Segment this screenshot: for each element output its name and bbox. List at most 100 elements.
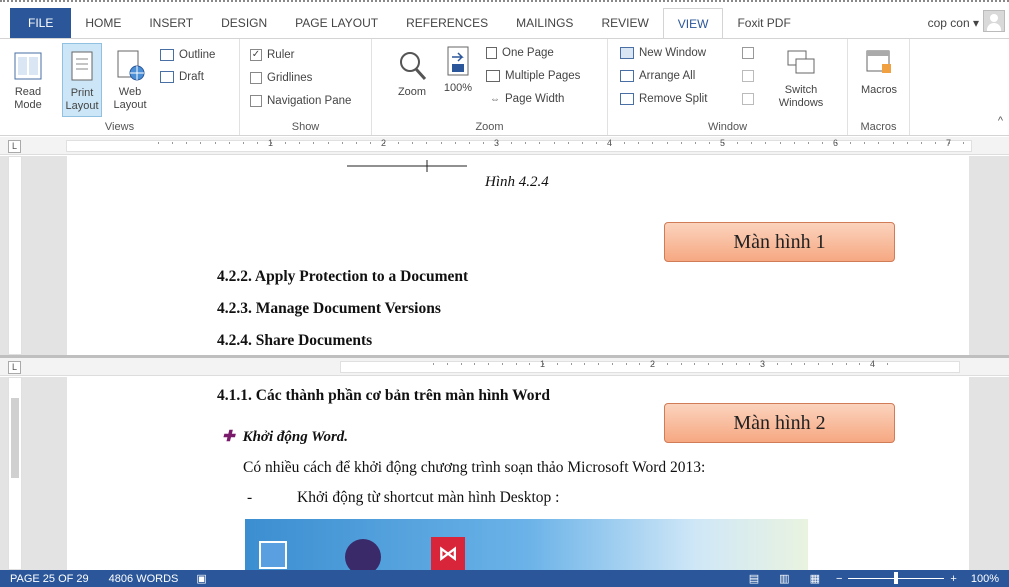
ruler-tick	[886, 363, 888, 365]
tab-insert[interactable]: INSERT	[135, 8, 207, 38]
zoom-in-icon[interactable]: +	[950, 573, 956, 585]
page-count[interactable]: PAGE 25 OF 29	[10, 573, 89, 585]
read-mode-button[interactable]: Read Mode	[10, 49, 46, 112]
bullet-item: ✚ Khởi động Word.	[222, 427, 348, 446]
ruler-tick	[708, 363, 709, 365]
ruler-tick	[864, 142, 866, 144]
heading-text: Các thành phần cơ bản trên màn hình Word	[255, 387, 551, 404]
web-layout-icon	[115, 49, 145, 83]
heading-text: Apply Protection to a Document	[254, 268, 469, 285]
view-side-by-side-button[interactable]	[742, 47, 754, 59]
ruler-checkbox[interactable]: ✓ Ruler	[250, 49, 294, 61]
ruler-check-icon: ✓	[250, 49, 262, 61]
proofing-icon[interactable]: ▣	[196, 572, 206, 585]
ruler-tick	[845, 363, 847, 365]
zoom-slider[interactable]	[848, 572, 945, 584]
synchronous-scrolling-button[interactable]	[742, 70, 754, 82]
zoom-level[interactable]: 100%	[971, 573, 999, 585]
print-layout-label: Print Layout	[65, 87, 99, 112]
tab-page-layout[interactable]: PAGE LAYOUT	[281, 8, 392, 38]
ruler-tick	[398, 142, 400, 144]
arrange-all-button[interactable]: Arrange All	[620, 70, 695, 82]
tab-file[interactable]: FILE	[10, 8, 72, 38]
switch-windows-icon	[786, 47, 816, 81]
draft-button[interactable]: Draft	[160, 71, 204, 83]
web-layout-view-icon[interactable]: ▦	[810, 572, 820, 585]
ruler-tick	[666, 142, 668, 144]
ruler-tick	[412, 142, 414, 144]
ruler-tick	[433, 363, 434, 365]
new-window-button[interactable]: New Window	[620, 47, 706, 59]
vertical-ruler-bottom[interactable]	[8, 377, 22, 570]
page-width-button[interactable]: ⇔ Page Width	[490, 93, 564, 105]
multiple-pages-button[interactable]: Multiple Pages	[486, 70, 580, 82]
ruler-tick	[595, 142, 597, 144]
switch-windows-button[interactable]: Switch Windows	[776, 47, 826, 110]
page-area-1[interactable]: Hình 4.2.4 4.2.2. Apply Protection to a …	[67, 156, 969, 355]
ruler-tick	[556, 363, 558, 365]
ruler-tick	[639, 363, 641, 365]
ruler-tick	[638, 142, 640, 144]
ruler-tick	[172, 142, 174, 144]
page-area-2[interactable]: 4.1.1. Các thành phần cơ bản trên màn hì…	[67, 377, 969, 570]
ruler-tick	[804, 363, 806, 365]
heading-number: 4.2.2.	[217, 268, 252, 285]
tab-selector-2[interactable]: L	[8, 361, 21, 374]
callout-screen-2: Màn hình 2	[664, 403, 895, 443]
zoom-label: Zoom	[397, 86, 427, 98]
ruler-tick	[666, 363, 668, 365]
eclipse-icon	[345, 539, 381, 570]
collapse-ribbon-icon[interactable]: ^	[998, 115, 1003, 127]
zoom-100-icon	[443, 45, 473, 79]
visual-studio-icon: ⋈	[431, 537, 465, 570]
print-layout-view-icon[interactable]: ▥	[779, 572, 789, 585]
group-macros-label: Macros	[860, 121, 897, 133]
remove-split-label: Remove Split	[639, 93, 708, 105]
ruler-tick	[735, 363, 737, 365]
heading-4-1-1: 4.1.1. Các thành phần cơ bản trên màn hì…	[217, 387, 550, 405]
zoom-100-button[interactable]: 100%	[438, 45, 478, 95]
group-zoom-label: Zoom	[475, 121, 504, 133]
user-account[interactable]: cop con ▾	[928, 8, 979, 38]
ruler-tick	[821, 142, 823, 144]
tab-selector[interactable]: L	[8, 140, 21, 153]
ruler-tick	[285, 142, 287, 144]
callout-screen-1: Màn hình 1	[664, 222, 895, 262]
gridlines-checkbox[interactable]: Gridlines	[250, 72, 312, 84]
group-views: Read Mode Print Layout Web Layout Outlin…	[0, 39, 240, 135]
ruler-number: 4	[870, 359, 876, 369]
one-page-button[interactable]: One Page	[486, 47, 554, 59]
avatar[interactable]	[983, 10, 1005, 32]
tab-design[interactable]: DESIGN	[207, 8, 281, 38]
ruler-tick	[920, 142, 922, 144]
tab-mailings[interactable]: MAILINGS	[502, 8, 587, 38]
navigation-pane-checkbox[interactable]: Navigation Pane	[250, 95, 351, 107]
ruler-tick	[488, 363, 489, 365]
web-layout-button[interactable]: Web Layout	[110, 49, 150, 112]
ruler-tick	[807, 142, 809, 144]
zoom-out-icon[interactable]: −	[836, 573, 842, 585]
tab-references[interactable]: REFERENCES	[392, 8, 502, 38]
read-mode-view-icon[interactable]: ▤	[749, 572, 759, 585]
tab-review[interactable]: REVIEW	[587, 8, 662, 38]
tab-view[interactable]: VIEW	[662, 8, 724, 39]
heading-number: 4.2.3.	[217, 300, 252, 317]
zoom-button[interactable]: Zoom	[392, 49, 432, 99]
outline-button[interactable]: Outline	[160, 49, 215, 61]
ruler-tick	[934, 142, 936, 144]
gridlines-label: Gridlines	[267, 72, 313, 84]
tab-home[interactable]: HOME	[71, 8, 135, 38]
vertical-scroll-thumb[interactable]	[11, 398, 19, 478]
word-count[interactable]: 4806 WORDS	[109, 573, 179, 585]
print-layout-button[interactable]: Print Layout	[62, 43, 102, 117]
vertical-ruler-top[interactable]	[8, 156, 22, 355]
read-mode-icon	[13, 49, 43, 83]
macros-label: Macros	[860, 84, 898, 96]
ruler-tick	[878, 142, 880, 144]
remove-split-button[interactable]: Remove Split	[620, 93, 707, 105]
group-show-label: Show	[291, 121, 320, 133]
macros-button[interactable]: Macros	[859, 47, 899, 97]
tab-foxit-pdf[interactable]: Foxit PDF	[723, 8, 804, 38]
reset-window-position-button[interactable]	[742, 93, 754, 105]
ruler-tick	[793, 142, 795, 144]
